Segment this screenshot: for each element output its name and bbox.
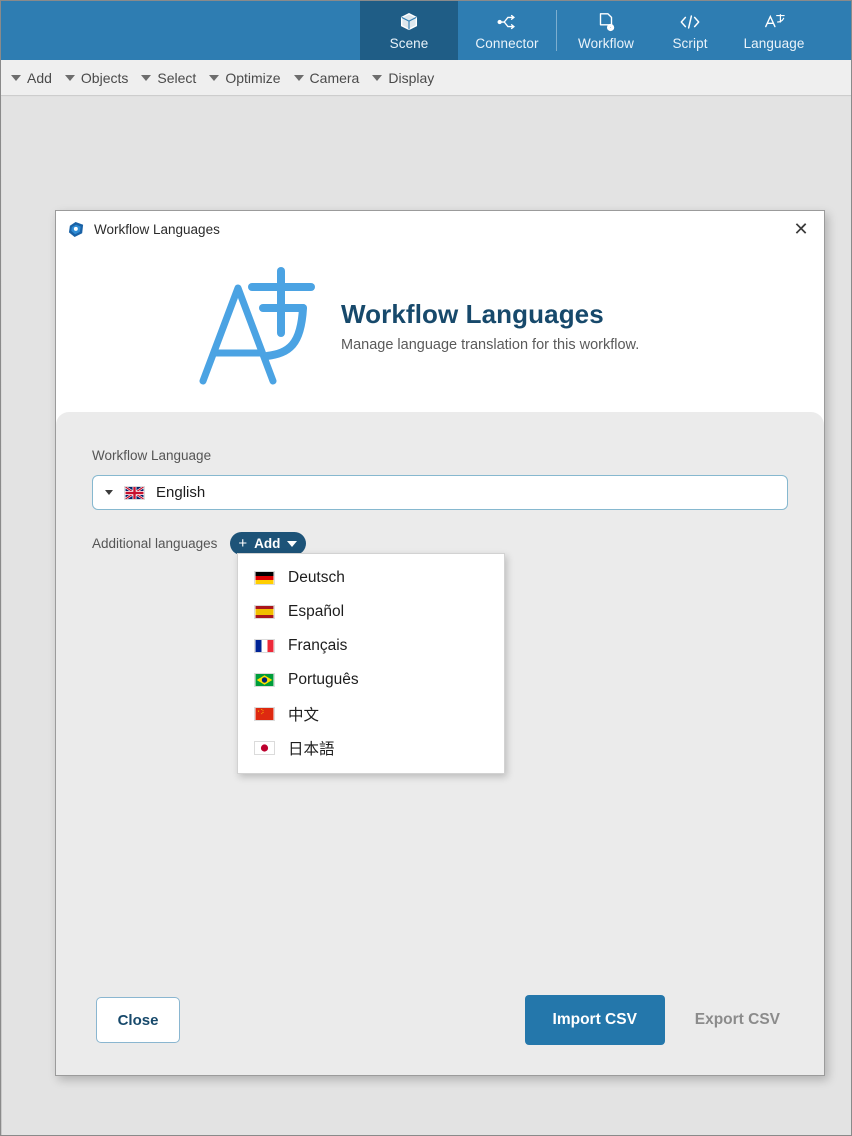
menu-item-add-label: Add (27, 69, 52, 86)
tab-connector-label: Connector (475, 35, 539, 51)
dialog-header-title: Workflow Languages (341, 299, 604, 329)
workflow-languages-dialog: Workflow Languages ✕ Workflow Languages … (55, 210, 825, 1076)
tab-connector[interactable]: Connector (458, 1, 556, 60)
workflow-language-value: English (156, 484, 206, 501)
cube-icon (398, 10, 420, 34)
dropdown-item-chinese-label: 中文 (288, 707, 320, 724)
dropdown-item-portugues-label: Português (288, 671, 359, 688)
footer-right-group: Import CSV Export CSV (524, 995, 784, 1045)
tab-script[interactable]: Script (655, 1, 725, 60)
menu-item-select[interactable]: Select (138, 67, 206, 89)
translate-icon (762, 10, 786, 34)
dropdown-item-portugues[interactable]: Português (238, 663, 504, 697)
menu-item-optimize[interactable]: Optimize (206, 67, 290, 89)
dialog-title-text: Workflow Languages (94, 221, 220, 237)
chevron-down-icon (209, 74, 220, 81)
top-tab-bar: Scene Connector Workflow Script Language (1, 1, 851, 60)
add-language-button-label: Add (254, 536, 281, 551)
flag-jp-icon (254, 741, 275, 755)
workflow-language-label: Workflow Language (92, 448, 212, 463)
menu-bar: Add Objects Select Optimize Camera Displ… (1, 60, 851, 96)
translate-large-icon (189, 261, 319, 392)
menu-item-display[interactable]: Display (369, 67, 444, 89)
chevron-down-icon (372, 74, 383, 81)
tab-script-label: Script (672, 35, 708, 51)
dialog-header: Workflow Languages Manage language trans… (56, 247, 824, 411)
chevron-down-icon (293, 74, 304, 81)
chevron-down-icon (287, 540, 298, 547)
dropdown-item-japanese[interactable]: 日本語 (238, 731, 504, 765)
export-csv-button[interactable]: Export CSV (691, 1011, 784, 1029)
close-icon[interactable]: ✕ (784, 214, 818, 244)
flag-br-icon (254, 673, 275, 687)
close-button[interactable]: Close (96, 997, 180, 1043)
dialog-body: Workflow Language English Additional lan… (56, 412, 824, 1075)
tab-language[interactable]: Language (725, 1, 823, 60)
import-csv-button[interactable]: Import CSV (524, 995, 665, 1045)
menu-item-camera[interactable]: Camera (291, 67, 370, 89)
dropdown-item-francais-label: Français (288, 637, 348, 654)
workflow-icon (595, 10, 617, 34)
dropdown-item-deutsch-label: Deutsch (288, 569, 345, 586)
flag-fr-icon (254, 639, 275, 653)
connector-icon (496, 10, 518, 34)
tab-language-label: Language (743, 35, 805, 51)
tab-group: Scene Connector Workflow Script Language (360, 1, 823, 60)
add-language-button[interactable]: + Add (230, 532, 307, 555)
dropdown-item-chinese[interactable]: 中文 (238, 697, 504, 731)
additional-languages-row: Additional languages + Add Deutsch Españ… (92, 532, 788, 774)
tab-workflow-label: Workflow (577, 35, 635, 51)
dialog-header-text: Workflow Languages Manage language trans… (341, 299, 691, 353)
menu-item-add[interactable]: Add (8, 67, 62, 89)
menu-item-objects[interactable]: Objects (62, 67, 138, 89)
additional-languages-label: Additional languages (92, 536, 218, 551)
flag-de-icon (254, 571, 275, 585)
dropdown-item-francais[interactable]: Français (238, 629, 504, 663)
dropdown-item-espanol-label: Español (288, 603, 345, 620)
code-icon (678, 10, 702, 34)
dialog-header-subtitle: Manage language translation for this wor… (341, 337, 640, 353)
chevron-down-icon (11, 74, 21, 81)
workflow-language-select[interactable]: English (92, 475, 788, 510)
plus-icon: + (238, 535, 248, 552)
dropdown-item-deutsch[interactable]: Deutsch (238, 561, 504, 595)
tab-scene-label: Scene (389, 35, 429, 51)
app-logo-icon (68, 221, 85, 238)
dialog-footer: Close Import CSV Export CSV (56, 965, 824, 1075)
dialog-title-bar[interactable]: Workflow Languages ✕ (56, 211, 824, 247)
tab-workflow[interactable]: Workflow (557, 1, 655, 60)
chevron-down-icon (64, 74, 75, 81)
add-language-dropdown: Deutsch Español Français Português 中文 日本… (237, 553, 505, 774)
application-window: Scene Connector Workflow Script Language… (0, 0, 852, 1136)
dropdown-item-espanol[interactable]: Español (238, 595, 504, 629)
chevron-down-icon (141, 74, 152, 81)
flag-gb-icon (124, 485, 145, 500)
menu-item-camera-label: Camera (309, 69, 360, 86)
menu-item-display-label: Display (388, 69, 435, 86)
flag-es-icon (254, 605, 275, 619)
menu-item-select-label: Select (157, 69, 197, 86)
flag-cn-icon (254, 707, 275, 721)
menu-item-optimize-label: Optimize (225, 69, 281, 86)
dropdown-item-japanese-label: 日本語 (288, 741, 335, 758)
menu-item-objects-label: Objects (80, 69, 129, 86)
chevron-down-icon (105, 490, 113, 495)
tab-scene[interactable]: Scene (360, 1, 458, 60)
